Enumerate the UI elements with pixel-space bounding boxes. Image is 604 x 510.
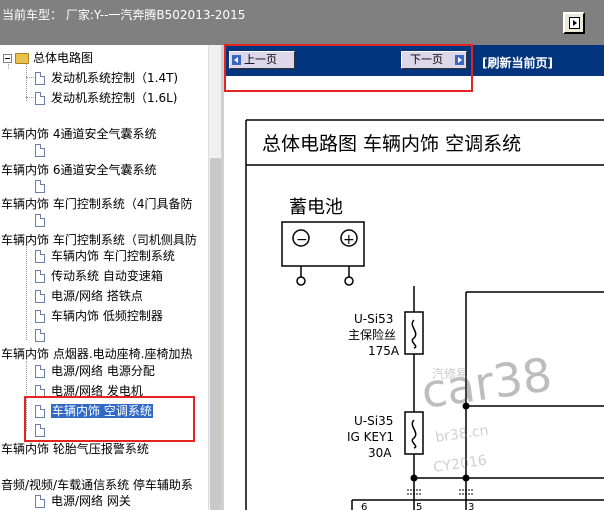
tree-item[interactable] xyxy=(35,327,51,343)
page-icon xyxy=(35,144,45,157)
page-icon xyxy=(35,310,45,323)
battery-label: 蓄电池 xyxy=(289,197,343,218)
tree-item-root[interactable]: 总体电路图 xyxy=(3,50,93,66)
svg-text:−: − xyxy=(296,232,308,248)
tree-item[interactable]: 车辆内饰 4通道安全气囊系统 xyxy=(1,126,156,142)
page-icon xyxy=(35,180,45,193)
toggle-panel-button[interactable] xyxy=(563,12,585,34)
current-vehicle-label: 当前车型： 厂家:Y--一汽奔腾B502013-2015 xyxy=(2,8,246,22)
top-bar: 当前车型： 厂家:Y--一汽奔腾B502013-2015 xyxy=(0,0,604,45)
tree-item[interactable]: 传动系统 自动变速箱 xyxy=(35,268,163,284)
page-icon xyxy=(35,214,45,227)
svg-text:U-Si53: U-Si53 xyxy=(354,312,393,326)
page-icon xyxy=(35,290,45,303)
tree-item[interactable]: 电源/网络 电源分配 xyxy=(35,363,155,379)
svg-text:IG KEY1: IG KEY1 xyxy=(347,430,394,444)
svg-text:CY2016: CY2016 xyxy=(432,453,488,476)
content-pane: 上一页 下一页 [刷新当前页] 总体电路图 车辆内饰 空调系统 蓄电池 − + xyxy=(224,45,604,510)
wiring-diagram-svg: 总体电路图 车辆内饰 空调系统 蓄电池 − + U-Si53 主保险丝 175A… xyxy=(245,119,604,510)
highlight-box-nav xyxy=(224,44,473,92)
diagram-title: 总体电路图 车辆内饰 空调系统 xyxy=(262,133,521,155)
collapse-icon[interactable] xyxy=(3,54,12,63)
svg-text:5: 5 xyxy=(416,502,422,510)
page-icon xyxy=(35,329,45,342)
folder-icon xyxy=(15,53,29,64)
tree-item[interactable]: 发动机系统控制（1.4T) xyxy=(35,70,178,86)
svg-text:175A: 175A xyxy=(368,344,400,358)
svg-text:br38.cn: br38.cn xyxy=(434,423,489,446)
svg-text:主保险丝: 主保险丝 xyxy=(348,327,396,342)
tree-item[interactable]: 电源/网络 网关 xyxy=(35,493,131,509)
page-icon xyxy=(35,365,45,378)
tree-item[interactable] xyxy=(35,142,51,158)
svg-text:汽修易: 汽修易 xyxy=(432,366,468,381)
page-icon xyxy=(35,92,45,105)
refresh-page-link[interactable]: [刷新当前页] xyxy=(482,54,553,71)
svg-text:3: 3 xyxy=(468,502,474,510)
tree-item[interactable]: 车辆内饰 车门控制系统（司机侧具防 xyxy=(1,232,197,248)
tree-item[interactable]: 发动机系统控制（1.6L) xyxy=(35,90,177,106)
svg-text:6: 6 xyxy=(361,502,367,510)
scrollbar-thumb[interactable] xyxy=(210,158,221,510)
tree-item[interactable]: 车辆内饰 车门控制系统 xyxy=(35,248,175,264)
wiring-diagram: 总体电路图 车辆内饰 空调系统 蓄电池 − + U-Si53 主保险丝 175A… xyxy=(224,76,604,510)
svg-text:30A: 30A xyxy=(368,446,392,460)
tree-item[interactable]: 车辆内饰 6通道安全气囊系统 xyxy=(1,162,156,178)
panel-toggle-icon xyxy=(569,17,580,29)
highlight-box-tree-item xyxy=(24,396,195,442)
tree-item[interactable]: 车辆内饰 低频控制器 xyxy=(35,308,163,324)
page-icon xyxy=(35,72,45,85)
tree-scrollbar[interactable] xyxy=(208,45,221,510)
page-icon xyxy=(35,495,45,508)
page-icon xyxy=(35,250,45,263)
tree-item[interactable]: 电源/网络 搭铁点 xyxy=(35,288,143,304)
tree-item[interactable]: 车辆内饰 轮胎气压报警系统 xyxy=(1,441,149,457)
watermark: car38 汽修易 br38.cn CY2016 xyxy=(418,347,555,476)
tree-item[interactable] xyxy=(35,212,51,228)
tree-item[interactable]: 车辆内饰 点烟器.电动座椅.座椅加热 xyxy=(1,346,192,362)
tree-item[interactable] xyxy=(35,178,51,194)
svg-text:car38: car38 xyxy=(418,347,555,419)
page-icon xyxy=(35,270,45,283)
tree-item[interactable]: 车辆内饰 车门控制系统（4门具备防 xyxy=(1,196,192,212)
svg-text:+: + xyxy=(343,232,355,248)
svg-text:U-Si35: U-Si35 xyxy=(354,414,393,428)
tree-item[interactable]: 音频/视频/车载通信系统 停车辅助系 xyxy=(1,477,193,493)
